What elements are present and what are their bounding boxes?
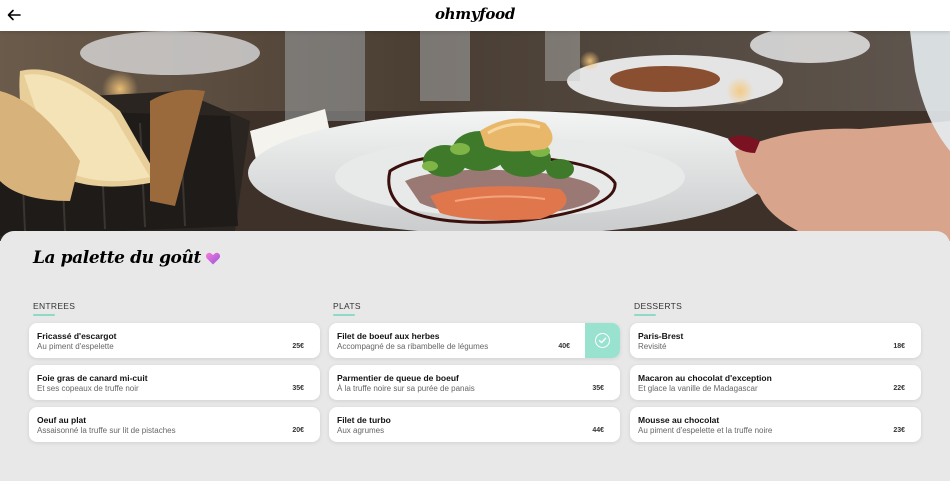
menu-column-entrees: ENTREES Fricassé d'escargot Au piment d'… [29, 301, 320, 442]
dish-name: Mousse au chocolat [638, 415, 720, 425]
restaurant-name: La palette du goût [33, 248, 201, 268]
dish-description: Au piment d'espelette [37, 342, 114, 351]
check-circle-icon [595, 333, 610, 348]
column-title: DESSERTS [634, 301, 683, 311]
dish-description: Accompagné de sa ribambelle de légumes [337, 342, 489, 351]
column-title-underline [333, 314, 355, 316]
dish-price: 23€ [893, 427, 905, 434]
dish-description: Assaisonné la truffe sur lit de pistache… [37, 426, 176, 435]
dish-card-selected[interactable]: Filet de boeuf aux herbes Accompagné de … [329, 323, 620, 358]
dish-card[interactable]: Parmentier de queue de boeuf À la truffe… [329, 365, 620, 400]
dish-name: Macaron au chocolat d'exception [638, 373, 772, 383]
menu-column-plats: PLATS Filet de boeuf aux herbes Accompag… [329, 301, 620, 442]
dish-name: Foie gras de canard mi-cuit [37, 373, 148, 383]
dish-card[interactable]: Macaron au chocolat d'exception Et glace… [630, 365, 921, 400]
heart-icon [205, 252, 221, 265]
dish-name: Filet de turbo [337, 415, 391, 425]
dish-price: 25€ [292, 343, 304, 350]
dish-price: 18€ [893, 343, 905, 350]
dish-name: Filet de boeuf aux herbes [337, 331, 440, 341]
menu-panel: La palette du goût ENTREES Fricassé d'es… [0, 231, 950, 481]
dish-description: À la truffe noire sur sa purée de panais [337, 384, 475, 393]
dish-description: Au piment d'espelette et la truffe noire [638, 426, 773, 435]
dish-card[interactable]: Oeuf au plat Assaisonné la truffe sur li… [29, 407, 320, 442]
column-title: PLATS [333, 301, 361, 311]
dish-description: Aux agrumes [337, 426, 385, 435]
dish-price: 22€ [893, 385, 905, 392]
dish-card[interactable]: Filet de turbo Aux agrumes 44€ [329, 407, 620, 442]
dish-price: 44€ [592, 427, 604, 434]
column-title: ENTREES [33, 301, 76, 311]
dish-description: Et ses copeaux de truffe noir [37, 384, 139, 393]
dish-price: 35€ [292, 385, 304, 392]
dish-name: Paris-Brest [638, 331, 684, 341]
dish-name: Parmentier de queue de boeuf [337, 373, 459, 383]
column-title-underline [33, 314, 55, 316]
top-header: ohmyfood [0, 0, 950, 31]
column-title-underline [634, 314, 656, 316]
dish-price: 40€ [558, 343, 570, 350]
favorite-button[interactable] [205, 251, 221, 266]
dish-card[interactable]: Mousse au chocolat Au piment d'espelette… [630, 407, 921, 442]
app-logo[interactable]: ohmyfood [0, 5, 950, 23]
dish-name: Fricassé d'escargot [37, 331, 117, 341]
dish-description: Et glace la vanille de Madagascar [638, 384, 758, 393]
dish-card[interactable]: Paris-Brest Revisité 18€ [630, 323, 921, 358]
menu-column-desserts: DESSERTS Paris-Brest Revisité 18€ Macaro… [630, 301, 921, 442]
dish-name: Oeuf au plat [37, 415, 87, 425]
dish-price: 35€ [592, 385, 604, 392]
dish-card[interactable]: Fricassé d'escargot Au piment d'espelett… [29, 323, 320, 358]
selected-indicator[interactable] [585, 323, 620, 358]
dish-card[interactable]: Foie gras de canard mi-cuit Et ses copea… [29, 365, 320, 400]
dish-price: 20€ [292, 427, 304, 434]
hero-image [0, 31, 950, 241]
dish-description: Revisité [638, 342, 667, 351]
